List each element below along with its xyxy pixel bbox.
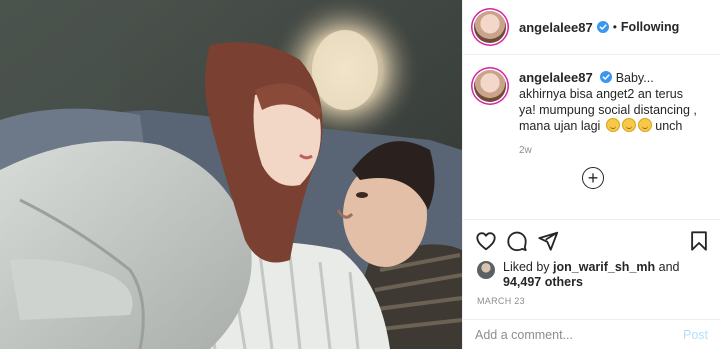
caption-body: angelalee87 Baby... akhirnya bisa anget2… (519, 70, 699, 159)
plus-circle-icon[interactable]: + (582, 167, 604, 189)
author-avatar[interactable] (474, 11, 506, 43)
liked-by-prefix: Liked by (503, 260, 554, 274)
liker-avatar[interactable] (477, 261, 495, 279)
liked-by-username[interactable]: jon_warif_sh_mh (553, 260, 655, 274)
smiling-face-emoji-icon (621, 118, 636, 132)
smiling-face-emoji-icon (605, 118, 620, 132)
verified-badge-icon (596, 21, 609, 33)
caption-username[interactable]: angelalee87 (519, 70, 593, 85)
add-comment-input[interactable] (475, 327, 683, 342)
likes-summary: Liked by jon_warif_sh_mh and 94,497 othe… (463, 253, 720, 290)
smiling-face-emoji-icon (637, 118, 652, 132)
comments-section: angelalee87 Baby... akhirnya bisa anget2… (463, 56, 720, 211)
verified-badge-icon (600, 71, 613, 83)
likes-count[interactable]: 94,497 others (503, 275, 583, 289)
action-icons-row (463, 220, 720, 253)
post-header: angelalee87 • Following (463, 0, 720, 55)
post-date[interactable]: MARCH 23 (463, 290, 720, 306)
author-username[interactable]: angelalee87 (519, 20, 593, 35)
caption-avatar[interactable] (474, 70, 506, 102)
post-photo-illustration (0, 0, 462, 349)
add-comment-bar: Post (463, 319, 720, 349)
post-side-panel: angelalee87 • Following angelalee87 Baby… (462, 0, 720, 349)
caption-time-ago: 2w (519, 145, 532, 156)
post-photo[interactable] (0, 0, 462, 349)
caption: angelalee87 Baby... akhirnya bisa anget2… (463, 56, 720, 159)
comment-icon[interactable] (506, 230, 528, 252)
share-icon[interactable] (537, 230, 559, 252)
caption-trailing-text: unch (655, 119, 683, 133)
likes-text: Liked by jon_warif_sh_mh and 94,497 othe… (503, 260, 680, 290)
following-button[interactable]: Following (621, 20, 679, 34)
liked-by-and: and (655, 260, 680, 274)
post-comment-button[interactable]: Post (683, 328, 708, 342)
heart-icon[interactable] (475, 230, 497, 252)
bookmark-icon[interactable] (688, 230, 710, 252)
separator-dot: • (612, 20, 617, 34)
